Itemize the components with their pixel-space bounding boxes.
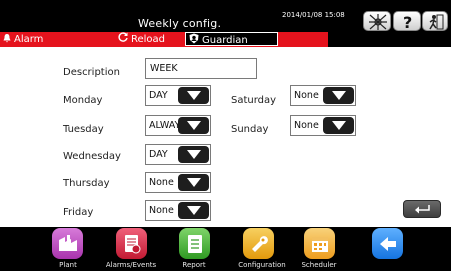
chevron-down-icon: [178, 202, 209, 219]
alarm-label: Alarm: [14, 34, 44, 45]
monday-label: Monday: [63, 95, 103, 106]
nav-plant-label: Plant: [59, 261, 77, 269]
thursday-dropdown[interactable]: None: [145, 172, 211, 193]
nav-scheduler[interactable]: Scheduler: [284, 227, 354, 271]
saturday-value: None: [294, 90, 319, 101]
friday-value: None: [149, 205, 174, 216]
nav-scheduler-label: Scheduler: [301, 261, 337, 269]
network-icon: [369, 14, 387, 30]
chevron-down-icon: [323, 87, 354, 104]
friday-dropdown[interactable]: None: [145, 200, 211, 221]
friday-label: Friday: [63, 207, 94, 218]
user-box[interactable]: Guardian: [185, 32, 278, 46]
saturday-dropdown[interactable]: None: [290, 85, 356, 106]
chevron-down-icon: [178, 117, 209, 134]
configuration-icon: [243, 228, 274, 259]
monday-value: DAY: [149, 90, 168, 101]
reload-icon: [118, 32, 131, 47]
scheduler-icon: [304, 228, 335, 259]
user-shield-icon: [189, 33, 202, 47]
page-title: Weekly config.: [138, 17, 222, 30]
wednesday-label: Wednesday: [63, 151, 121, 162]
alarms-events-icon: [116, 228, 147, 259]
sunday-value: None: [294, 120, 319, 131]
chevron-down-icon: [178, 146, 209, 163]
tuesday-label: Tuesday: [63, 124, 104, 135]
bottom-nav: Plant Alarms/Events Report Configuration…: [0, 227, 451, 271]
sunday-label: Sunday: [231, 124, 269, 135]
nav-plant[interactable]: Plant: [33, 227, 103, 271]
weekly-config-form: Description WEEK Monday DAY Tuesday ALWA…: [0, 47, 451, 227]
chevron-down-icon: [178, 87, 209, 104]
sunday-dropdown[interactable]: None: [290, 115, 356, 136]
nav-report-label: Report: [182, 261, 206, 269]
alarm-bar: Alarm Reload: [0, 32, 328, 47]
tuesday-dropdown[interactable]: ALWAYS: [145, 115, 211, 136]
monday-dropdown[interactable]: DAY: [145, 85, 211, 106]
wednesday-value: DAY: [149, 149, 168, 160]
nav-alarms-events-label: Alarms/Events: [105, 261, 157, 269]
back-arrow-icon: [372, 228, 403, 259]
network-button[interactable]: [363, 11, 391, 31]
wednesday-dropdown[interactable]: DAY: [145, 144, 211, 165]
svg-text:?: ?: [403, 13, 412, 31]
datetime-display: 2014/01/08 15:08: [282, 11, 345, 19]
nav-back[interactable]: [355, 227, 425, 271]
enter-icon: [415, 205, 430, 214]
user-label: Guardian: [202, 35, 248, 46]
report-icon: [179, 228, 210, 259]
thursday-label: Thursday: [63, 178, 110, 189]
help-icon: ?: [403, 13, 412, 31]
nav-alarms-events[interactable]: Alarms/Events: [96, 227, 166, 271]
enter-button[interactable]: [403, 200, 441, 218]
description-label: Description: [63, 67, 120, 78]
nav-report[interactable]: Report: [159, 227, 229, 271]
plant-icon: [52, 228, 83, 259]
alarm-button[interactable]: Alarm: [2, 32, 43, 47]
exit-icon: [429, 14, 444, 30]
thursday-value: None: [149, 177, 174, 188]
saturday-label: Saturday: [231, 95, 277, 106]
exit-button[interactable]: [422, 11, 448, 31]
chevron-down-icon: [178, 174, 209, 191]
reload-label: Reload: [131, 34, 166, 45]
chevron-down-icon: [323, 117, 354, 134]
help-button[interactable]: ?: [393, 11, 421, 31]
reload-button[interactable]: Reload: [118, 32, 165, 47]
bell-icon: [2, 32, 14, 47]
description-input[interactable]: WEEK: [145, 58, 257, 79]
